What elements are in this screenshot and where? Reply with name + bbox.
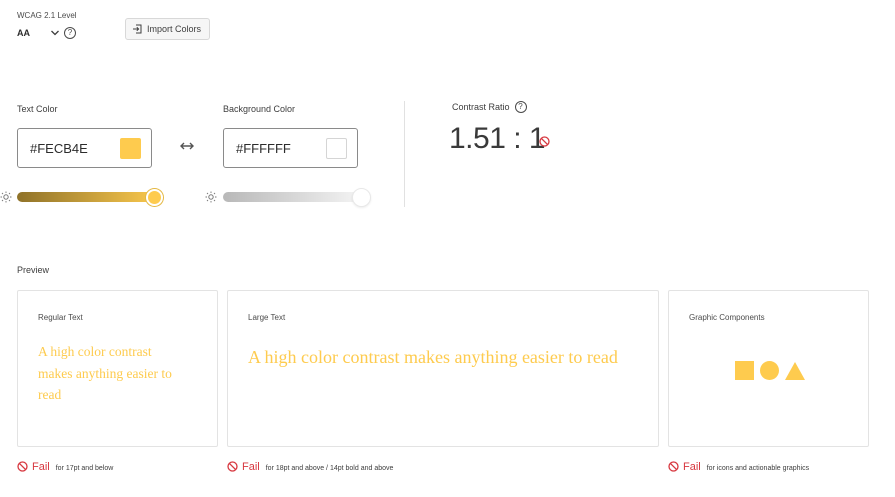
background-color-label: Background Color [223, 104, 296, 114]
text-color-value: #FECB4E [30, 140, 88, 156]
regular-text-card: Regular Text A high color contrast makes… [17, 290, 218, 447]
large-text-card: Large Text A high color contrast makes a… [227, 290, 659, 447]
regular-text-result: Fail for 17pt and below [17, 459, 113, 473]
text-color-swatch[interactable] [120, 138, 141, 159]
fail-icon [539, 136, 550, 147]
preview-label: Preview [17, 265, 50, 275]
background-color-value: #FFFFFF [236, 140, 291, 156]
background-color-input[interactable]: #FFFFFF [223, 128, 358, 168]
regular-text-title: Regular Text [38, 313, 83, 322]
circle-shape-icon [760, 361, 779, 380]
large-text-result: Fail for 18pt and above / 14pt bold and … [227, 459, 393, 473]
import-colors-button[interactable]: Import Colors [125, 18, 210, 40]
text-brightness-slider[interactable] [17, 192, 162, 202]
fail-icon [227, 461, 238, 472]
import-icon [133, 24, 142, 34]
regular-text-status: Fail [32, 461, 50, 473]
help-icon[interactable]: ? [64, 27, 76, 39]
import-colors-label: Import Colors [147, 24, 202, 34]
brightness-icon [205, 191, 217, 203]
large-text-note: for 18pt and above / 14pt bold and above [265, 465, 394, 472]
contrast-ratio-label: Contrast Ratio ? [452, 101, 527, 113]
fail-icon [668, 461, 679, 472]
wcag-level-value: AA [17, 28, 30, 38]
text-color-label: Text Color [17, 104, 58, 114]
square-shape-icon [735, 361, 754, 380]
graphic-components-card: Graphic Components [668, 290, 869, 447]
graphic-components-status: Fail [683, 461, 701, 473]
contrast-ratio-value: 1.51 : 1 [449, 122, 546, 155]
background-color-swatch[interactable] [326, 138, 347, 159]
graphic-components-result: Fail for icons and actionable graphics [668, 459, 809, 473]
graphic-shapes [735, 361, 805, 380]
wcag-level-select[interactable]: AA ? [17, 26, 76, 40]
graphic-components-title: Graphic Components [689, 313, 765, 322]
text-brightness-slider-thumb[interactable] [146, 189, 163, 206]
wcag-level-label: WCAG 2.1 Level [17, 11, 77, 20]
triangle-shape-icon [785, 361, 805, 380]
large-text-title: Large Text [248, 313, 286, 322]
chevron-down-icon[interactable] [50, 28, 60, 38]
background-brightness-slider[interactable] [223, 192, 368, 202]
help-icon[interactable]: ? [514, 101, 527, 113]
large-text-sample: A high color contrast makes anything eas… [248, 347, 618, 367]
fail-icon [17, 461, 28, 472]
text-color-input[interactable]: #FECB4E [17, 128, 152, 168]
section-divider [404, 101, 405, 207]
background-brightness-slider-thumb[interactable] [352, 188, 371, 207]
regular-text-note: for 17pt and below [55, 465, 114, 472]
swap-colors-icon[interactable] [180, 141, 194, 151]
contrast-ratio-label-text: Contrast Ratio [452, 102, 510, 112]
graphic-components-note: for icons and actionable graphics [706, 465, 810, 472]
large-text-status: Fail [242, 461, 260, 473]
regular-text-sample: A high color contrast makes anything eas… [38, 344, 172, 402]
brightness-icon [0, 191, 12, 203]
